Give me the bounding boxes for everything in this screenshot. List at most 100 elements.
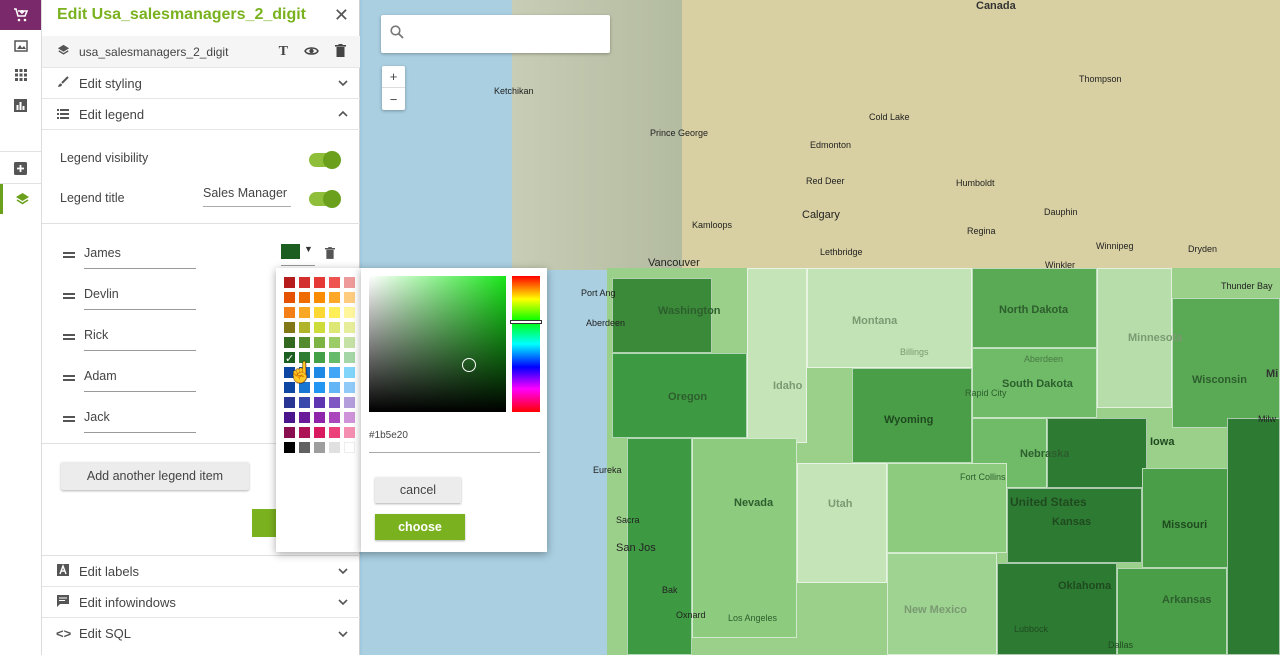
edit-legend-row[interactable]: Edit legend bbox=[42, 99, 360, 130]
palette-color-swatch[interactable] bbox=[344, 292, 355, 303]
palette-color-swatch[interactable] bbox=[329, 427, 340, 438]
palette-color-swatch[interactable] bbox=[314, 442, 325, 453]
saturation-handle[interactable] bbox=[462, 358, 476, 372]
palette-color-swatch[interactable] bbox=[284, 277, 295, 288]
palette-color-swatch[interactable] bbox=[299, 412, 310, 423]
hue-slider[interactable] bbox=[512, 276, 540, 412]
palette-color-swatch[interactable] bbox=[344, 322, 355, 333]
palette-color-swatch[interactable] bbox=[299, 277, 310, 288]
text-format-icon[interactable]: T bbox=[279, 44, 288, 60]
palette-color-swatch[interactable] bbox=[284, 292, 295, 303]
legend-item-name[interactable]: Rick bbox=[84, 328, 196, 351]
legend-title-toggle[interactable] bbox=[309, 190, 341, 208]
palette-color-swatch[interactable] bbox=[299, 337, 310, 348]
zoom-in-button[interactable]: + bbox=[382, 66, 405, 88]
palette-color-swatch[interactable] bbox=[314, 382, 325, 393]
palette-color-swatch[interactable] bbox=[284, 427, 295, 438]
eye-icon[interactable] bbox=[304, 44, 319, 60]
map-search-input[interactable] bbox=[381, 15, 610, 53]
trash-icon[interactable] bbox=[325, 246, 335, 262]
legend-visibility-toggle[interactable] bbox=[309, 151, 341, 169]
palette-color-swatch[interactable] bbox=[314, 397, 325, 408]
palette-color-swatch[interactable] bbox=[344, 307, 355, 318]
palette-color-swatch[interactable] bbox=[314, 367, 325, 378]
palette-color-swatch[interactable] bbox=[314, 322, 325, 333]
palette-color-swatch[interactable] bbox=[314, 337, 325, 348]
state-illinois[interactable] bbox=[1227, 418, 1280, 655]
palette-color-swatch[interactable] bbox=[329, 307, 340, 318]
drag-handle-icon[interactable] bbox=[63, 293, 75, 299]
palette-color-swatch[interactable] bbox=[329, 352, 340, 363]
palette-color-swatch[interactable] bbox=[329, 442, 340, 453]
zoom-out-button[interactable]: − bbox=[382, 88, 405, 110]
palette-color-swatch[interactable] bbox=[344, 277, 355, 288]
drag-handle-icon[interactable] bbox=[63, 252, 75, 258]
grid-icon[interactable] bbox=[0, 60, 41, 90]
state-utah[interactable] bbox=[797, 463, 887, 583]
cancel-button[interactable]: cancel bbox=[375, 477, 461, 503]
palette-color-swatch[interactable] bbox=[329, 277, 340, 288]
state-arkansas[interactable] bbox=[1117, 568, 1227, 655]
legend-item-name[interactable]: Devlin bbox=[84, 287, 196, 310]
palette-color-swatch[interactable] bbox=[314, 427, 325, 438]
palette-color-swatch[interactable] bbox=[284, 442, 295, 453]
palette-color-swatch[interactable] bbox=[284, 307, 295, 318]
edit-labels-row[interactable]: Edit labels bbox=[42, 556, 360, 587]
state-oklahoma[interactable] bbox=[997, 563, 1117, 655]
bar-chart-icon[interactable] bbox=[0, 90, 41, 120]
palette-color-swatch[interactable] bbox=[344, 382, 355, 393]
palette-color-swatch[interactable] bbox=[344, 397, 355, 408]
palette-color-swatch[interactable] bbox=[344, 442, 355, 453]
legend-title-input[interactable]: Sales Manager bbox=[203, 186, 291, 207]
layers-icon[interactable] bbox=[0, 184, 41, 214]
drag-handle-icon[interactable] bbox=[63, 416, 75, 422]
state-idaho[interactable] bbox=[747, 268, 807, 443]
legend-item-name[interactable]: Jack bbox=[84, 410, 196, 433]
palette-color-swatch[interactable] bbox=[329, 292, 340, 303]
shopping-cart-icon[interactable] bbox=[0, 0, 41, 30]
edit-styling-row[interactable]: Edit styling bbox=[42, 68, 360, 99]
palette-color-swatch[interactable] bbox=[284, 337, 295, 348]
hex-input[interactable]: #1b5e20 bbox=[369, 430, 408, 441]
palette-color-swatch[interactable] bbox=[299, 322, 310, 333]
palette-color-swatch[interactable] bbox=[299, 397, 310, 408]
palette-color-swatch[interactable] bbox=[329, 397, 340, 408]
palette-color-swatch[interactable] bbox=[299, 292, 310, 303]
edit-infowindows-row[interactable]: Edit infowindows bbox=[42, 587, 360, 618]
palette-color-swatch[interactable] bbox=[299, 427, 310, 438]
palette-color-swatch[interactable] bbox=[344, 412, 355, 423]
palette-color-swatch[interactable] bbox=[344, 352, 355, 363]
palette-color-swatch[interactable] bbox=[314, 307, 325, 318]
close-icon[interactable]: ✕ bbox=[334, 5, 349, 26]
add-legend-item-button[interactable]: Add another legend item bbox=[61, 462, 249, 490]
image-icon[interactable] bbox=[0, 31, 41, 61]
palette-color-swatch[interactable] bbox=[314, 277, 325, 288]
palette-color-swatch[interactable] bbox=[329, 412, 340, 423]
palette-color-swatch[interactable] bbox=[299, 307, 310, 318]
drag-handle-icon[interactable] bbox=[63, 375, 75, 381]
color-swatch-dropdown[interactable]: ▼ bbox=[281, 244, 315, 266]
state-wisconsin[interactable] bbox=[1172, 298, 1280, 428]
legend-item-name[interactable]: James bbox=[84, 246, 196, 269]
palette-color-swatch[interactable] bbox=[344, 367, 355, 378]
palette-color-swatch[interactable] bbox=[284, 412, 295, 423]
palette-color-swatch[interactable] bbox=[344, 427, 355, 438]
palette-color-swatch[interactable] bbox=[284, 397, 295, 408]
palette-color-swatch[interactable] bbox=[314, 352, 325, 363]
hue-handle[interactable] bbox=[510, 320, 542, 324]
palette-color-swatch[interactable] bbox=[329, 322, 340, 333]
edit-sql-row[interactable]: <> Edit SQL bbox=[42, 618, 360, 649]
legend-item-name[interactable]: Adam bbox=[84, 369, 196, 392]
palette-color-swatch[interactable] bbox=[344, 337, 355, 348]
drag-handle-icon[interactable] bbox=[63, 334, 75, 340]
palette-color-swatch[interactable] bbox=[329, 337, 340, 348]
palette-color-swatch[interactable] bbox=[284, 322, 295, 333]
palette-color-swatch[interactable] bbox=[329, 367, 340, 378]
palette-color-swatch[interactable] bbox=[299, 442, 310, 453]
choose-button[interactable]: choose bbox=[375, 514, 465, 540]
saturation-value-area[interactable] bbox=[369, 276, 506, 412]
trash-icon[interactable] bbox=[335, 43, 346, 60]
palette-color-swatch[interactable] bbox=[314, 412, 325, 423]
palette-color-swatch[interactable] bbox=[329, 382, 340, 393]
palette-color-swatch[interactable] bbox=[314, 292, 325, 303]
